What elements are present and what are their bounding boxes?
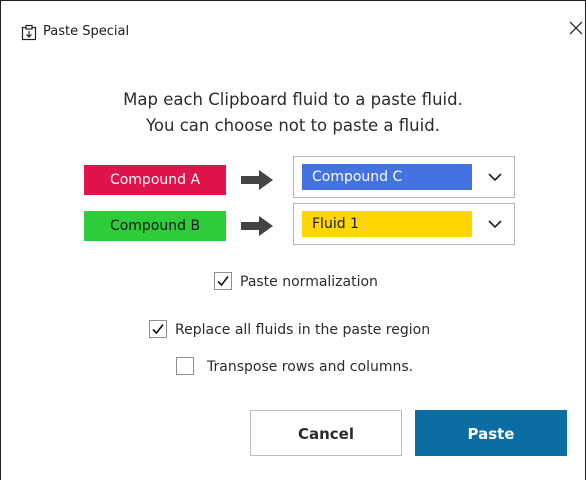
chevron-down-icon[interactable]: [486, 168, 504, 186]
paste-normalization-label: Paste normalization: [240, 274, 378, 290]
target-fluid-select[interactable]: Compound C: [293, 156, 515, 198]
target-fluid-label: Fluid 1: [312, 216, 359, 232]
source-fluid-label: Compound A: [109, 172, 201, 188]
target-fluid-label: Compound C: [312, 169, 403, 185]
replace-all-fluids-label: Replace all fluids in the paste region: [175, 322, 431, 338]
transpose-checkbox[interactable]: [176, 357, 194, 375]
target-fluid-select[interactable]: Fluid 1: [293, 203, 515, 245]
paste-special-dialog: Paste Special Map each Clipboard fluid t…: [0, 0, 586, 480]
source-fluid-label: Compound B: [109, 218, 201, 234]
target-fluid-value: Fluid 1: [302, 211, 472, 237]
cancel-button[interactable]: Cancel: [250, 410, 402, 456]
paste-normalization-checkbox[interactable]: [214, 272, 232, 290]
chevron-down-icon[interactable]: [486, 215, 504, 233]
paste-button[interactable]: Paste: [415, 410, 567, 456]
arrow-right-icon: [241, 214, 275, 238]
clipboard-icon: [20, 23, 38, 41]
instructions-text: Map each Clipboard fluid to a paste flui…: [1, 87, 585, 139]
target-fluid-value: Compound C: [302, 164, 472, 190]
arrow-right-icon: [241, 168, 275, 192]
title-bar: Paste Special: [1, 1, 585, 59]
replace-all-fluids-checkbox[interactable]: [149, 320, 167, 338]
source-fluid-chip: Compound A: [84, 165, 226, 195]
dialog-title: Paste Special: [43, 24, 130, 39]
instructions-line-1: Map each Clipboard fluid to a paste flui…: [123, 90, 463, 109]
instructions-line-2: You can choose not to paste a fluid.: [146, 116, 440, 135]
close-icon[interactable]: [569, 21, 585, 39]
transpose-label: Transpose rows and columns.: [207, 359, 414, 375]
source-fluid-chip: Compound B: [84, 211, 226, 241]
